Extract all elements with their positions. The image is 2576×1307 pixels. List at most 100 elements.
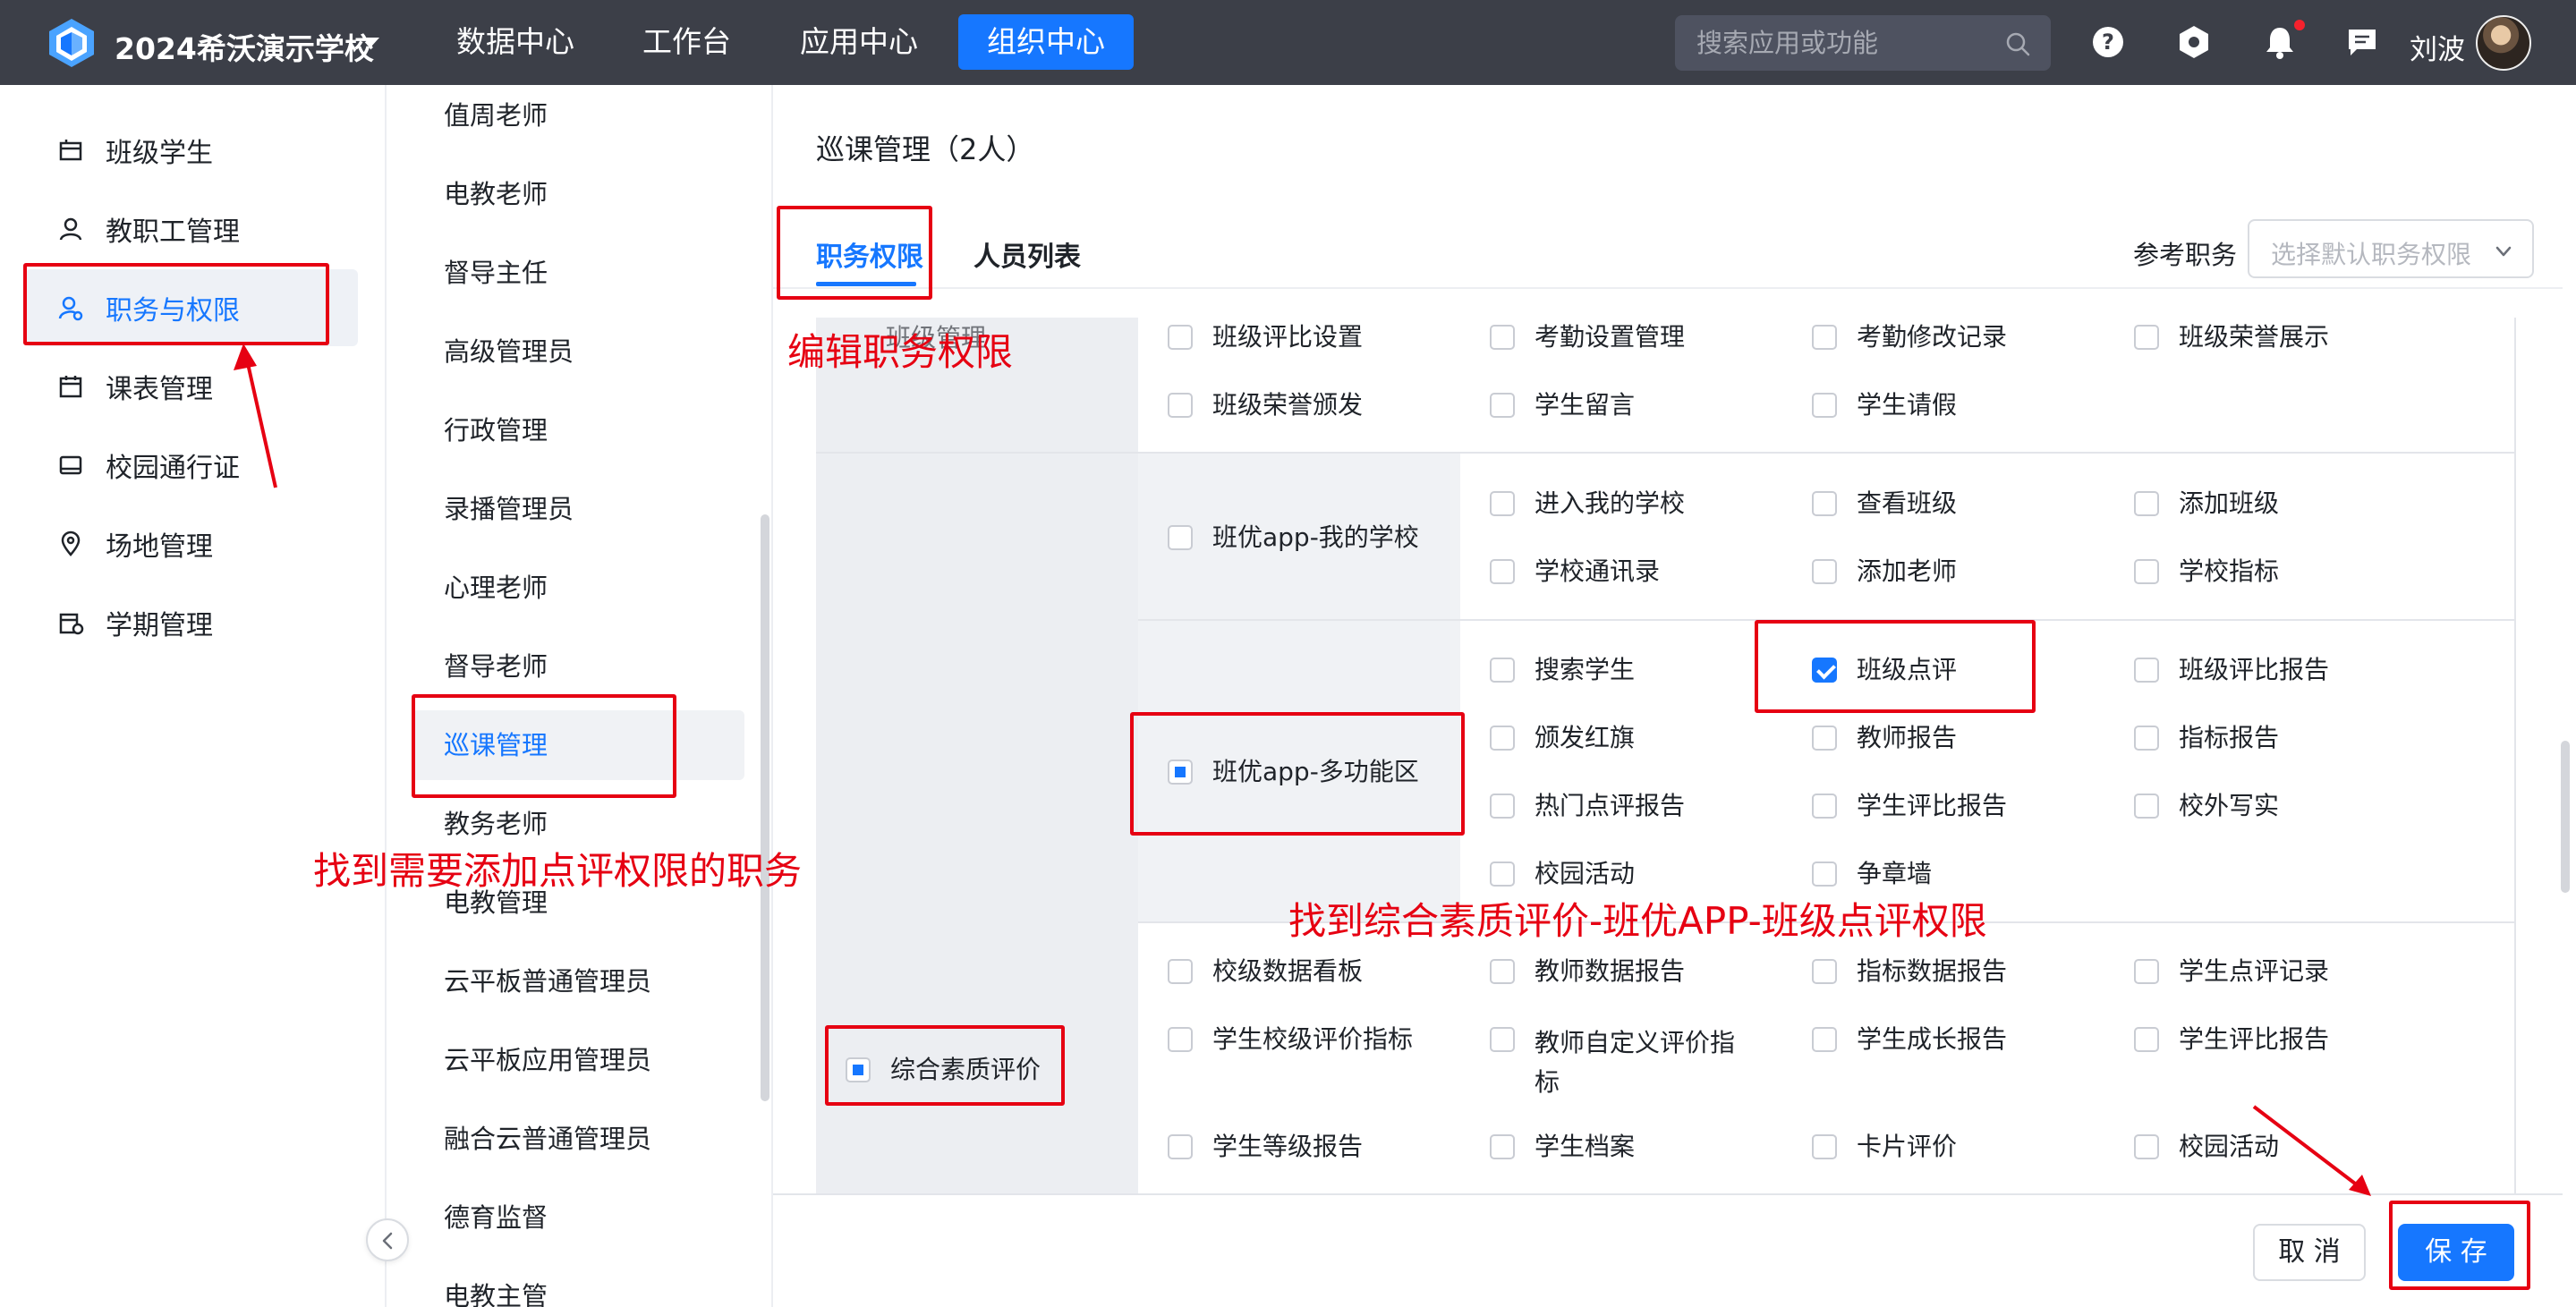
checkbox[interactable] [1490,959,1515,984]
role-item[interactable]: 行政管理 [412,395,744,465]
checkbox[interactable] [2134,726,2159,751]
message-icon[interactable] [2344,24,2380,60]
nav-org-center[interactable]: 组织中心 [958,14,1134,70]
permission-checkbox[interactable]: 班级评比报告 [2134,654,2329,686]
checkbox[interactable] [1490,794,1515,819]
permission-checkbox[interactable]: 指标报告 [2134,722,2279,754]
permission-checkbox[interactable]: 搜索学生 [1490,654,1635,686]
checkbox[interactable] [2134,794,2159,819]
school-name[interactable]: 2024希沃演示学校 [115,25,374,68]
nav-workbench[interactable]: 工作台 [614,14,760,70]
permission-checkbox[interactable]: 学生等级报告 [1168,1131,1363,1163]
subgroup-checkbox-my-school[interactable]: 班优app-我的学校 [1168,522,1419,554]
nav-data-center[interactable]: 数据中心 [428,14,603,70]
permission-checkbox[interactable]: 查看班级 [1812,488,1957,520]
checkbox[interactable] [1490,393,1515,418]
avatar[interactable] [2476,15,2531,71]
role-item[interactable]: 电教主管 [412,1261,744,1307]
permission-checkbox[interactable]: 学生成长报告 [1812,1023,2007,1056]
checkbox[interactable] [1168,525,1193,550]
role-item[interactable]: 值周老师 [412,81,744,150]
checkbox[interactable] [2134,325,2159,350]
school-logo-icon[interactable] [45,16,98,70]
checkbox[interactable] [1490,658,1515,683]
permission-checkbox[interactable]: 班级评比设置 [1168,321,1363,353]
permission-checkbox[interactable]: 考勤修改记录 [1812,321,2007,353]
main-scrollbar[interactable] [2561,741,2570,893]
permission-checkbox[interactable]: 学生评比报告 [1812,790,2007,822]
role-item[interactable]: 融合云普通管理员 [412,1104,744,1174]
search-box[interactable] [1675,15,2051,71]
checkbox[interactable] [1490,726,1515,751]
ref-role-select[interactable]: 选择默认职务权限 [2248,219,2534,278]
permission-checkbox[interactable]: 教师报告 [1812,722,1957,754]
checkbox[interactable] [2134,959,2159,984]
permission-checkbox[interactable]: 进入我的学校 [1490,488,1685,520]
permission-checkbox[interactable]: 卡片评价 [1812,1131,1957,1163]
role-item[interactable]: 录播管理员 [412,474,744,544]
checkbox[interactable] [1168,1134,1193,1159]
nav-app-center[interactable]: 应用中心 [771,14,947,70]
role-item[interactable]: 德育监督 [412,1183,744,1252]
user-name[interactable]: 刘波 [2410,27,2465,67]
permission-checkbox[interactable]: 学校指标 [2134,556,2279,588]
menu-item-term[interactable]: 学期管理 [25,584,358,661]
checkbox[interactable] [1490,1027,1515,1052]
menu-item-class-students[interactable]: 班级学生 [25,112,358,189]
permission-checkbox[interactable]: 热门点评报告 [1490,790,1685,822]
checkbox[interactable] [1168,393,1193,418]
checkbox[interactable] [1812,861,1837,887]
permission-checkbox[interactable]: 教师自定义评价指标 [1490,1023,1749,1102]
permission-checkbox[interactable]: 学生留言 [1490,389,1635,421]
cancel-button[interactable]: 取 消 [2253,1224,2366,1281]
role-item[interactable]: 心理老师 [412,553,744,623]
permission-checkbox[interactable]: 学生档案 [1490,1131,1635,1163]
permission-checkbox[interactable]: 班级荣誉展示 [2134,321,2329,353]
collapse-sidebar-button[interactable] [366,1218,409,1261]
permission-checkbox[interactable]: 校园活动 [2134,1131,2279,1163]
checkbox[interactable] [1168,959,1193,984]
permission-checkbox[interactable]: 校园活动 [1490,858,1635,890]
checkbox[interactable] [1168,325,1193,350]
permission-checkbox[interactable]: 指标数据报告 [1812,955,2007,988]
checkbox[interactable] [1812,325,1837,350]
checkbox[interactable] [1490,325,1515,350]
permission-checkbox[interactable]: 校级数据看板 [1168,955,1363,988]
checkbox[interactable] [1812,559,1837,584]
search-input[interactable] [1696,15,1983,71]
bell-icon[interactable] [2262,24,2298,60]
permission-checkbox[interactable]: 争章墙 [1812,858,1932,890]
help-icon[interactable]: ? [2090,24,2126,60]
permission-checkbox[interactable]: 考勤设置管理 [1490,321,1685,353]
checkbox[interactable] [2134,491,2159,516]
role-item[interactable]: 云平板应用管理员 [412,1025,744,1095]
checkbox[interactable] [2134,1134,2159,1159]
checkbox[interactable] [1812,959,1837,984]
tab-member-list[interactable]: 人员列表 [973,234,1081,274]
permission-checkbox[interactable]: 颁发红旗 [1490,722,1635,754]
role-item[interactable]: 电教老师 [412,159,744,229]
checkbox[interactable] [1812,1134,1837,1159]
menu-item-staff[interactable]: 教职工管理 [25,191,358,267]
permission-checkbox[interactable]: 班级荣誉颁发 [1168,389,1363,421]
checkbox[interactable] [1812,726,1837,751]
role-item[interactable]: 督导主任 [412,238,744,308]
permission-checkbox[interactable]: 校外写实 [2134,790,2279,822]
search-icon[interactable] [2004,30,2031,57]
checkbox[interactable] [1812,794,1837,819]
role-item[interactable]: 督导老师 [412,632,744,701]
checkbox[interactable] [1490,559,1515,584]
role-list-scrollbar[interactable] [761,514,769,1101]
role-item[interactable]: 云平板普通管理员 [412,946,744,1016]
menu-item-campus-pass[interactable]: 校园通行证 [25,427,358,504]
checkbox[interactable] [2134,559,2159,584]
permission-checkbox[interactable]: 学生校级评价指标 [1168,1023,1413,1056]
permission-checkbox[interactable]: 添加班级 [2134,488,2279,520]
permission-checkbox[interactable]: 学生请假 [1812,389,1957,421]
permission-checkbox[interactable]: 添加老师 [1812,556,1957,588]
checkbox[interactable] [1490,491,1515,516]
menu-item-venue[interactable]: 场地管理 [25,505,358,582]
settings-hex-icon[interactable] [2176,24,2212,60]
checkbox[interactable] [1812,491,1837,516]
role-item[interactable]: 高级管理员 [412,317,744,386]
